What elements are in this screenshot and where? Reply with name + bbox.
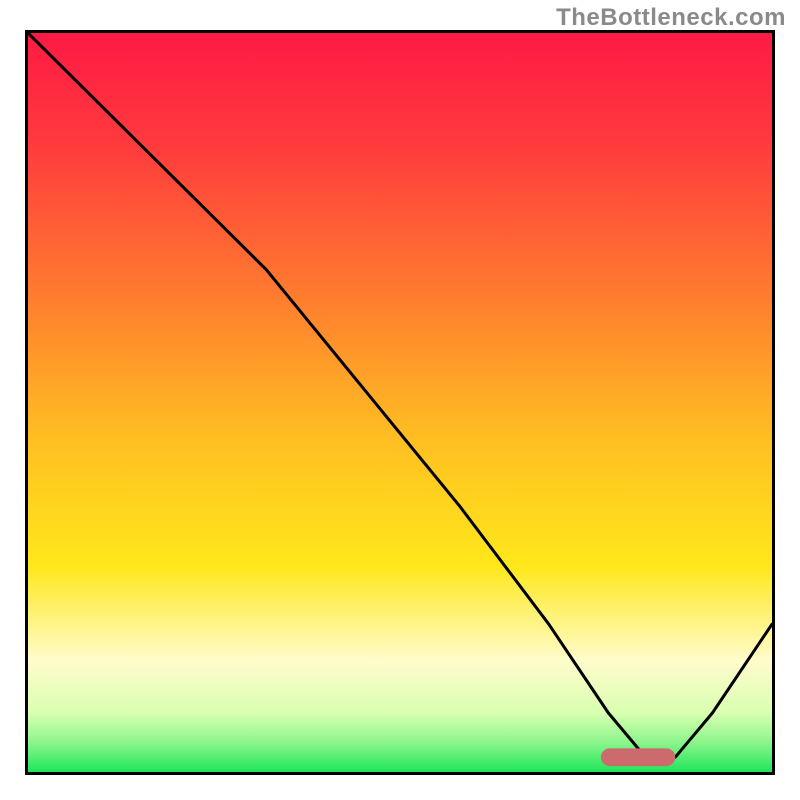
chart-plot-area: [25, 30, 775, 775]
chart-overlay: [28, 33, 772, 772]
watermark-text: TheBottleneck.com: [556, 4, 786, 32]
optimal-range-marker: [605, 752, 672, 762]
chart-frame: TheBottleneck.com: [0, 0, 800, 800]
bottleneck-curve-line: [28, 33, 772, 757]
